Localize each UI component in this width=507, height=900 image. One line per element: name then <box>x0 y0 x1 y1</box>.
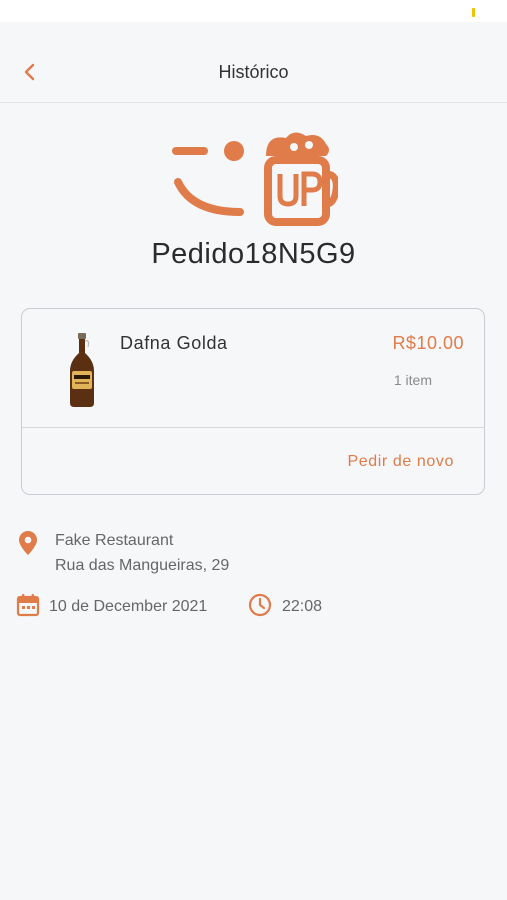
product-image <box>70 333 94 407</box>
status-bar <box>0 0 507 22</box>
reorder-button[interactable]: Pedir de novo <box>347 453 454 471</box>
product-quantity: 1 item <box>393 372 432 388</box>
app-header: Histórico <box>0 22 507 103</box>
restaurant-address: Rua das Mangueiras, 29 <box>55 557 230 574</box>
card-divider <box>22 427 484 428</box>
order-date: 10 de December 2021 <box>49 598 208 615</box>
product-price: R$10.00 <box>392 333 464 353</box>
brand-logo-icon <box>172 132 338 226</box>
clock-icon <box>248 593 272 617</box>
restaurant-name: Fake Restaurant <box>55 532 174 549</box>
location-pin-icon <box>19 531 37 555</box>
order-number: Pedido18N5G9 <box>151 238 356 270</box>
calendar-icon <box>16 594 40 617</box>
page-title: Histórico <box>218 62 289 82</box>
status-indicator <box>472 8 475 17</box>
order-item-card: Dafna Golda R$10.00 1 item Pedir de novo <box>21 308 485 495</box>
product-name: Dafna Golda <box>120 333 228 353</box>
order-time: 22:08 <box>282 598 323 615</box>
